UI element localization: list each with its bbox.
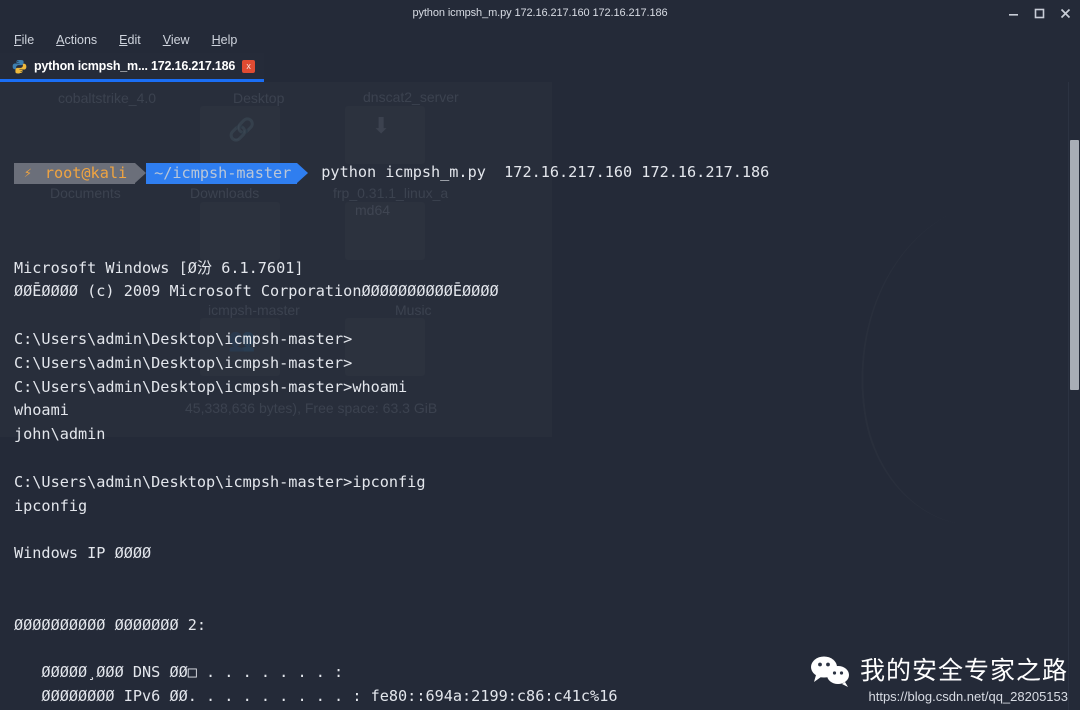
menu-item-actions[interactable]: Actions (56, 33, 97, 47)
prompt-path: ~/icmpsh-master (154, 163, 292, 182)
menu-accel-view: V (162, 32, 171, 47)
title-bar: python icmpsh_m.py 172.16.217.160 172.16… (0, 0, 1080, 26)
terminal-line: ØØĒØØØØ (c) 2009 Microsoft CorporationØØ… (14, 282, 499, 301)
menu-label-file: ile (21, 32, 35, 47)
terminal-window: python icmpsh_m.py 172.16.217.160 172.16… (0, 0, 1080, 710)
prompt-path-segment: ~/icmpsh-master (146, 162, 298, 184)
tab-close-icon[interactable]: x (242, 59, 256, 73)
menu-accel-help: H (211, 32, 221, 47)
terminal-line: Microsoft Windows [Ø汾 6.1.7601] (14, 258, 304, 277)
menu-accel-file: F (14, 32, 22, 47)
close-button[interactable] (1059, 7, 1072, 20)
terminal-line: ØØØØØ¸ØØØ DNS ØØ□ . . . . . . . : (14, 663, 344, 682)
window-controls (1007, 0, 1072, 26)
terminal-line: Windows IP ØØØØ (14, 544, 152, 563)
terminal-line: ØØØØØØØØØØ ØØØØØØØ 2: (14, 615, 207, 634)
prompt-command: python icmpsh_m.py 172.16.217.160 172.16… (321, 163, 770, 182)
menu-label-help: elp (220, 32, 238, 47)
menu-bar: File Actions Edit View Help (0, 26, 1080, 53)
terminal-line: C:\Users\admin\Desktop\icmpsh-master> (14, 329, 353, 348)
prompt-user-segment: ⚡ root@kali (14, 162, 136, 184)
menu-label-view: iew (170, 32, 190, 47)
prompt-user-host: root@kali (44, 163, 128, 182)
terminal-line: C:\Users\admin\Desktop\icmpsh-master> (14, 353, 353, 372)
terminal-line-list: Microsoft Windows [Ø汾 6.1.7601] ØØĒØØØØ (… (14, 233, 1080, 710)
minimize-button[interactable] (1007, 7, 1020, 20)
tab-bar: python icmpsh_m... 172.16.217.186 x (0, 53, 1080, 82)
terminal-line: C:\Users\admin\Desktop\icmpsh-master>ipc… (14, 472, 426, 491)
terminal-line: whoami (14, 401, 69, 420)
terminal-output[interactable]: ⚡ root@kali ~/icmpsh-master python icmpsh… (0, 82, 1080, 710)
terminal-line: ipconfig (14, 496, 88, 515)
prompt-arrow-path (297, 163, 309, 184)
tab-label: python icmpsh_m... 172.16.217.186 (34, 59, 236, 73)
menu-item-help[interactable]: Help (212, 33, 238, 47)
menu-item-view[interactable]: View (163, 33, 190, 47)
python-logo-icon (12, 59, 27, 74)
menu-label-actions: ctions (64, 32, 98, 47)
menu-accel-edit: E (119, 32, 128, 47)
terminal-line: C:\Users\admin\Desktop\icmpsh-master>who… (14, 377, 408, 396)
window-title: python icmpsh_m.py 172.16.217.160 172.16… (412, 7, 668, 19)
shell-prompt-line: ⚡ root@kali ~/icmpsh-master python icmpsh… (14, 161, 1080, 185)
prompt-arrow-user (135, 163, 147, 184)
menu-item-edit[interactable]: Edit (119, 33, 141, 47)
menu-label-edit: dit (127, 32, 141, 47)
scrollbar-thumb[interactable] (1070, 140, 1079, 390)
terminal-line: john\admin (14, 425, 106, 444)
lightning-bolt-icon: ⚡ (24, 165, 32, 181)
terminal-line: ØØØØØØØØ IPv6 ØØ. . . . . . . . . : fe80… (14, 686, 618, 705)
tab-python-icmpsh[interactable]: python icmpsh_m... 172.16.217.186 x (0, 53, 265, 82)
menu-item-file[interactable]: File (14, 33, 34, 47)
menu-accel-actions: A (56, 32, 65, 47)
terminal-area[interactable]: 🔗 ⬇ 👥 cobaltstrike_4.0 Desktop dnscat2_s… (0, 82, 1080, 710)
maximize-button[interactable] (1033, 7, 1046, 20)
scrollbar-track[interactable] (1068, 82, 1080, 710)
